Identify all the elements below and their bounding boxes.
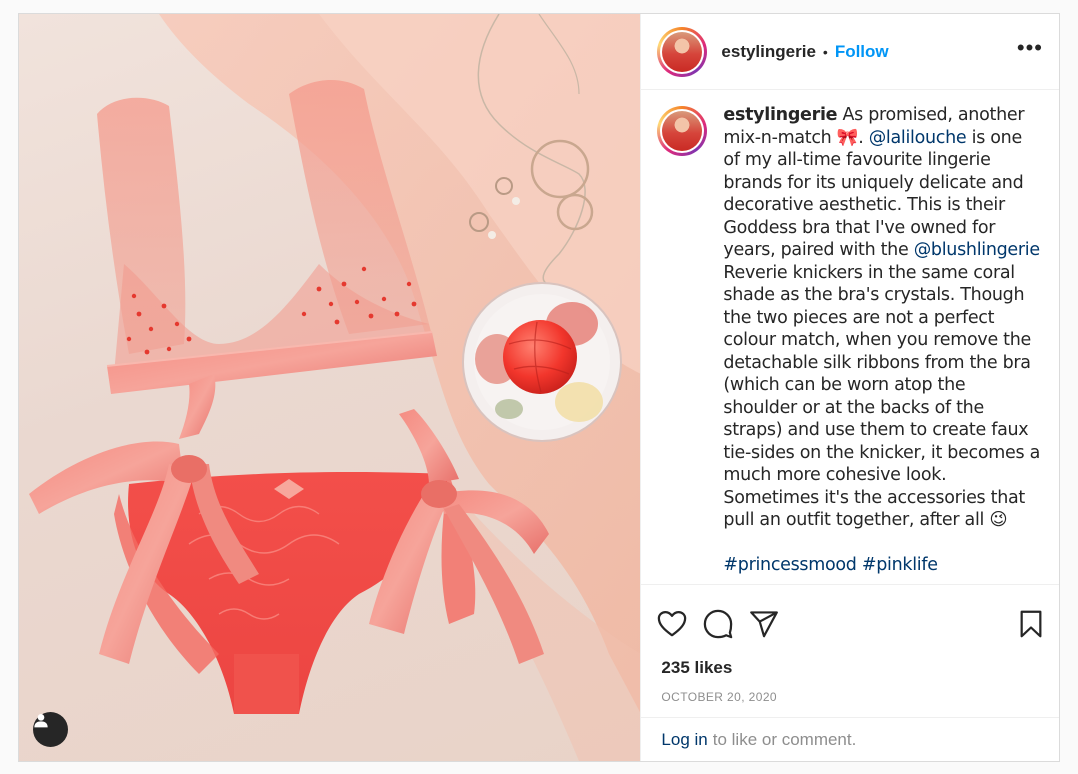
post-header: estylingerie • Follow ••• [641,14,1059,90]
follow-button[interactable]: Follow [835,42,889,62]
caption-section: estylingerie As promised, another mix-n-… [641,90,1059,584]
login-text: to like or comment. [712,729,857,749]
share-button[interactable] [749,610,779,643]
mention-link[interactable]: @lalilouche [869,128,967,148]
comment-button[interactable] [703,609,733,644]
caption-part: Reverie knickers in the same coral shade… [723,240,1046,531]
caption-text: estylingerie As promised, another mix-n-… [723,104,1043,584]
login-link[interactable]: Log in [661,730,707,750]
caption-avatar[interactable] [657,106,708,156]
header-username[interactable]: estylingerie [721,42,816,62]
lingerie-photo [29,14,641,761]
share-icon [750,611,779,638]
avatar-image [662,111,703,151]
post-image[interactable] [19,14,641,761]
separator-dot: • [822,43,828,60]
caption-username[interactable]: estylingerie [723,105,837,125]
post-sidebar: estylingerie • Follow ••• estylingerie A… [640,14,1059,761]
hashtag-link[interactable]: #pinklife [862,555,938,575]
user-icon [34,714,48,728]
avatar[interactable] [657,26,708,77]
save-button[interactable] [1019,610,1043,643]
likes-count[interactable]: 235 likes [641,650,1059,678]
action-bar [641,584,1059,650]
post-card: estylingerie • Follow ••• estylingerie A… [18,13,1060,762]
comment-icon [704,609,733,639]
post-date: OCTOBER 20, 2020 [661,690,777,704]
more-options-icon[interactable]: ••• [1017,36,1043,67]
tagged-users-button[interactable] [33,712,68,747]
hashtag-link[interactable]: #princessmood [723,555,857,575]
login-prompt: Log in to like or comment. [641,717,1059,761]
avatar-image [662,31,703,72]
mention-link[interactable]: @blushlingerie [914,240,1040,260]
heart-icon [658,611,687,637]
bookmark-icon [1020,610,1042,638]
like-button[interactable] [657,610,687,643]
